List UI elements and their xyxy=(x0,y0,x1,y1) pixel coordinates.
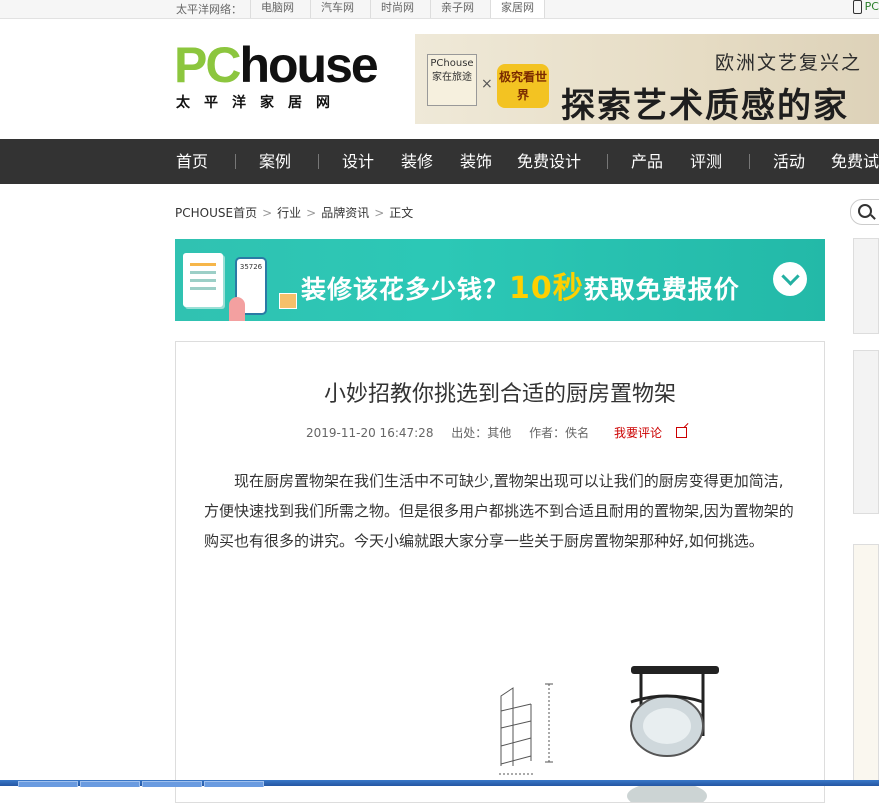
nav-item-products[interactable]: 产品 xyxy=(631,139,663,184)
breadcrumb-separator: > xyxy=(262,206,273,220)
breadcrumb-brand-news[interactable]: 品牌资讯 xyxy=(321,206,369,220)
ad-text-highlight: 10秒 xyxy=(509,271,584,306)
ad-text-post: 获取免费报价 xyxy=(583,275,740,304)
nav-item-design[interactable]: 设计 xyxy=(342,139,374,184)
site-link-pcauto[interactable]: 汽车网 xyxy=(310,0,364,18)
sidebar-thumbnail[interactable] xyxy=(853,238,879,334)
site-link-pconline[interactable]: 电脑网 xyxy=(250,0,304,18)
nav-item-events[interactable]: 活动 xyxy=(773,139,805,184)
breadcrumb-separator: > xyxy=(306,206,317,220)
site-link-pcbaby[interactable]: 亲子网 xyxy=(430,0,484,18)
os-taskbar xyxy=(0,780,879,787)
nav-divider xyxy=(749,154,750,169)
article-meta: 2019-11-20 16:47:28 出处：其他 作者：佚名 我要评论 xyxy=(176,424,824,441)
box-illustration xyxy=(279,293,297,309)
site-link-pchouse[interactable]: 家居网 xyxy=(490,0,545,18)
network-label: 太平洋网络： xyxy=(176,3,242,16)
nav-item-cases[interactable]: 案例 xyxy=(259,139,291,184)
banner-headline-large: 探索艺术质感的家 xyxy=(561,86,849,124)
breadcrumb-industry[interactable]: 行业 xyxy=(277,206,301,220)
banner-badge: 极究看世界 xyxy=(497,64,549,108)
quote-ad-banner[interactable]: 35726 装修该花多少钱？10秒获取免费报价 xyxy=(175,239,825,321)
taskbar-button[interactable] xyxy=(204,781,264,787)
nav-divider xyxy=(318,154,319,169)
nav-item-renovation[interactable]: 装修 xyxy=(401,139,433,184)
article-title: 小妙招教你挑选到合适的厨房置物架 xyxy=(323,382,676,407)
phone-icon xyxy=(852,0,862,14)
sidebar-thumbnail[interactable] xyxy=(853,350,879,514)
external-link-icon xyxy=(675,427,687,438)
breadcrumb-current: 正文 xyxy=(389,206,414,220)
document-icon xyxy=(183,253,223,307)
site-link-pclady[interactable]: 时尚网 xyxy=(370,0,424,18)
search-icon xyxy=(858,204,872,218)
mobile-link[interactable]: PC xyxy=(852,0,879,14)
ad-phone-number: 35726 xyxy=(239,263,263,271)
article-body: 现在厨房置物架在我们生活中不可缺少,置物架出现可以让我们的厨房变得更加简洁,方便… xyxy=(204,472,794,550)
article-source: 出处：其他 xyxy=(451,426,512,440)
site-logo[interactable]: PChouse 太平洋家居网 xyxy=(174,37,379,112)
main-nav: 首页 案例 设计 装修 装饰 免费设计 产品 评测 活动 免费试 xyxy=(0,139,879,184)
search-button[interactable] xyxy=(850,199,879,225)
breadcrumb: PCHOUSE首页 > 行业 > 品牌资讯 > 正文 xyxy=(175,204,413,221)
nav-divider xyxy=(235,154,236,169)
nav-item-free-design[interactable]: 免费设计 xyxy=(517,139,581,184)
banner-cross: × xyxy=(481,76,493,92)
comment-link[interactable]: 我要评论 xyxy=(607,426,694,440)
top-banner-ad[interactable]: PChouse 家在旅途 × 极究看世界 欧洲文艺复兴之 探索艺术质感的家 xyxy=(415,34,879,124)
taskbar-button[interactable] xyxy=(142,781,202,787)
rack-diagram xyxy=(499,683,553,775)
article-card: 小妙招教你挑选到合适的厨房置物架 2019-11-20 16:47:28 出处：… xyxy=(175,341,825,803)
nav-item-decoration[interactable]: 装饰 xyxy=(460,139,492,184)
logo-text-black: house xyxy=(239,37,378,93)
ad-text-pre: 装修该花多少钱？ xyxy=(301,275,510,304)
chevron-down-icon[interactable] xyxy=(773,262,807,296)
nav-divider xyxy=(607,154,608,169)
nav-item-free-trial[interactable]: 免费试 xyxy=(831,139,879,184)
banner-headline-small: 欧洲文艺复兴之 xyxy=(715,52,863,74)
taskbar-button[interactable] xyxy=(80,781,140,787)
banner-brand-box: PChouse 家在旅途 xyxy=(427,54,477,106)
logo-text-green: PC xyxy=(174,37,241,93)
mobile-link-label: PC xyxy=(864,0,879,13)
top-site-bar: 太平洋网络： 电脑网 汽车网 时尚网 亲子网 家居网 PC xyxy=(0,0,879,19)
breadcrumb-home[interactable]: PCHOUSE首页 xyxy=(175,206,257,220)
article-author: 作者：佚名 xyxy=(529,426,590,440)
nav-item-home[interactable]: 首页 xyxy=(176,139,208,184)
logo-subtitle: 太平洋家居网 xyxy=(176,95,344,111)
hand-illustration xyxy=(229,297,245,321)
nav-item-reviews[interactable]: 评测 xyxy=(690,139,722,184)
taskbar-button[interactable] xyxy=(18,781,78,787)
breadcrumb-separator: > xyxy=(374,206,385,220)
article-datetime: 2019-11-20 16:47:28 xyxy=(306,426,434,440)
ad-text: 装修该花多少钱？10秒获取免费报价 xyxy=(301,263,740,307)
comment-link-label: 我要评论 xyxy=(613,426,662,440)
sidebar-thumbnail[interactable] xyxy=(853,544,879,784)
